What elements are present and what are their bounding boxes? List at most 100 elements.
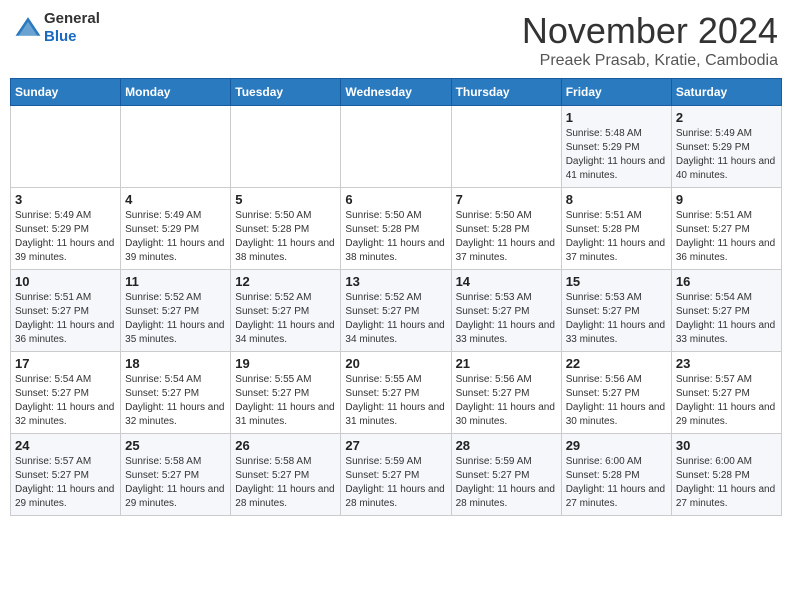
calendar-cell: 4 Sunrise: 5:49 AM Sunset: 5:29 PM Daylig…	[121, 188, 231, 270]
day-number: 19	[235, 356, 336, 371]
day-number: 8	[566, 192, 667, 207]
day-info: Sunrise: 6:00 AM Sunset: 5:28 PM Dayligh…	[566, 455, 667, 511]
calendar-cell: 17Sunrise: 5:54 AM Sunset: 5:27 PM Dayli…	[11, 352, 121, 434]
calendar: SundayMondayTuesdayWednesdayThursdayFrid…	[10, 78, 782, 516]
calendar-cell: 11 Sunrise: 5:52 AM Sunset: 5:27 PM Dayli…	[121, 270, 231, 352]
day-number: 3	[15, 192, 116, 207]
calendar-cell: 22 Sunrise: 5:56 AM Sunset: 5:27 PM Dayli…	[561, 352, 671, 434]
calendar-cell: 3 Sunrise: 5:49 AM Sunset: 5:29 PM Daylig…	[11, 188, 121, 270]
day-info: Sunrise: 5:52 AM Sunset: 5:27 PM Dayligh…	[235, 291, 336, 347]
calendar-cell: 16Sunrise: 5:54 AM Sunset: 5:27 PM Dayli…	[671, 270, 781, 352]
calendar-cell: 1 Sunrise: 5:48 AM Sunset: 5:29 PM Daylig…	[561, 106, 671, 188]
calendar-body: 1 Sunrise: 5:48 AM Sunset: 5:29 PM Daylig…	[11, 106, 782, 516]
logo-text: General Blue	[44, 10, 100, 46]
day-info: Sunrise: 5:49 AM Sunset: 5:29 PM Dayligh…	[15, 209, 116, 265]
day-info: Sunrise: 6:00 AM Sunset: 5:28 PM Dayligh…	[676, 455, 777, 511]
weekday-header-monday: Monday	[121, 79, 231, 106]
calendar-cell: 18 Sunrise: 5:54 AM Sunset: 5:27 PM Dayli…	[121, 352, 231, 434]
day-number: 29	[566, 438, 667, 453]
calendar-cell	[341, 106, 451, 188]
day-number: 20	[345, 356, 446, 371]
weekday-header-thursday: Thursday	[451, 79, 561, 106]
logo: General Blue	[14, 10, 100, 46]
calendar-cell: 7 Sunrise: 5:50 AM Sunset: 5:28 PM Daylig…	[451, 188, 561, 270]
day-number: 6	[345, 192, 446, 207]
day-info: Sunrise: 5:50 AM Sunset: 5:28 PM Dayligh…	[235, 209, 336, 265]
day-info: Sunrise: 5:49 AM Sunset: 5:29 PM Dayligh…	[676, 127, 777, 183]
calendar-cell: 5Sunrise: 5:50 AM Sunset: 5:28 PM Daylig…	[231, 188, 341, 270]
day-info: Sunrise: 5:48 AM Sunset: 5:29 PM Dayligh…	[566, 127, 667, 183]
day-number: 14	[456, 274, 557, 289]
calendar-cell: 14 Sunrise: 5:53 AM Sunset: 5:27 PM Dayli…	[451, 270, 561, 352]
day-info: Sunrise: 5:58 AM Sunset: 5:27 PM Dayligh…	[235, 455, 336, 511]
calendar-cell	[451, 106, 561, 188]
logo-blue: Blue	[44, 28, 100, 46]
calendar-cell: 30Sunrise: 6:00 AM Sunset: 5:28 PM Dayli…	[671, 434, 781, 516]
month-title: November 2024	[522, 10, 778, 52]
day-info: Sunrise: 5:50 AM Sunset: 5:28 PM Dayligh…	[345, 209, 446, 265]
day-number: 23	[676, 356, 777, 371]
day-number: 4	[125, 192, 226, 207]
day-number: 2	[676, 110, 777, 125]
calendar-cell: 29 Sunrise: 6:00 AM Sunset: 5:28 PM Dayli…	[561, 434, 671, 516]
calendar-cell: 25 Sunrise: 5:58 AM Sunset: 5:27 PM Dayli…	[121, 434, 231, 516]
day-number: 16	[676, 274, 777, 289]
day-info: Sunrise: 5:55 AM Sunset: 5:27 PM Dayligh…	[345, 373, 446, 429]
day-info: Sunrise: 5:56 AM Sunset: 5:27 PM Dayligh…	[566, 373, 667, 429]
day-info: Sunrise: 5:53 AM Sunset: 5:27 PM Dayligh…	[456, 291, 557, 347]
day-info: Sunrise: 5:52 AM Sunset: 5:27 PM Dayligh…	[125, 291, 226, 347]
calendar-cell: 23 Sunrise: 5:57 AM Sunset: 5:27 PM Dayli…	[671, 352, 781, 434]
day-info: Sunrise: 5:57 AM Sunset: 5:27 PM Dayligh…	[15, 455, 116, 511]
calendar-cell: 2 Sunrise: 5:49 AM Sunset: 5:29 PM Daylig…	[671, 106, 781, 188]
week-row-3: 10Sunrise: 5:51 AM Sunset: 5:27 PM Dayli…	[11, 270, 782, 352]
weekday-header-wednesday: Wednesday	[341, 79, 451, 106]
day-number: 27	[345, 438, 446, 453]
calendar-cell: 9 Sunrise: 5:51 AM Sunset: 5:27 PM Daylig…	[671, 188, 781, 270]
day-number: 9	[676, 192, 777, 207]
day-number: 18	[125, 356, 226, 371]
day-info: Sunrise: 5:54 AM Sunset: 5:27 PM Dayligh…	[15, 373, 116, 429]
calendar-cell	[11, 106, 121, 188]
calendar-cell	[121, 106, 231, 188]
day-number: 25	[125, 438, 226, 453]
day-info: Sunrise: 5:51 AM Sunset: 5:28 PM Dayligh…	[566, 209, 667, 265]
day-info: Sunrise: 5:51 AM Sunset: 5:27 PM Dayligh…	[676, 209, 777, 265]
calendar-cell: 8 Sunrise: 5:51 AM Sunset: 5:28 PM Daylig…	[561, 188, 671, 270]
calendar-cell: 12 Sunrise: 5:52 AM Sunset: 5:27 PM Dayli…	[231, 270, 341, 352]
day-number: 26	[235, 438, 336, 453]
day-number: 7	[456, 192, 557, 207]
day-info: Sunrise: 5:54 AM Sunset: 5:27 PM Dayligh…	[125, 373, 226, 429]
calendar-cell: 20 Sunrise: 5:55 AM Sunset: 5:27 PM Dayli…	[341, 352, 451, 434]
week-row-5: 24 Sunrise: 5:57 AM Sunset: 5:27 PM Dayli…	[11, 434, 782, 516]
title-block: November 2024 Preaek Prasab, Kratie, Cam…	[522, 10, 778, 70]
weekday-header-tuesday: Tuesday	[231, 79, 341, 106]
day-number: 24	[15, 438, 116, 453]
calendar-cell: 27Sunrise: 5:59 AM Sunset: 5:27 PM Dayli…	[341, 434, 451, 516]
day-info: Sunrise: 5:58 AM Sunset: 5:27 PM Dayligh…	[125, 455, 226, 511]
calendar-header: SundayMondayTuesdayWednesdayThursdayFrid…	[11, 79, 782, 106]
weekday-header-friday: Friday	[561, 79, 671, 106]
day-number: 12	[235, 274, 336, 289]
calendar-cell: 26 Sunrise: 5:58 AM Sunset: 5:27 PM Dayli…	[231, 434, 341, 516]
day-info: Sunrise: 5:55 AM Sunset: 5:27 PM Dayligh…	[235, 373, 336, 429]
day-info: Sunrise: 5:49 AM Sunset: 5:29 PM Dayligh…	[125, 209, 226, 265]
calendar-cell: 10Sunrise: 5:51 AM Sunset: 5:27 PM Dayli…	[11, 270, 121, 352]
day-info: Sunrise: 5:50 AM Sunset: 5:28 PM Dayligh…	[456, 209, 557, 265]
day-info: Sunrise: 5:51 AM Sunset: 5:27 PM Dayligh…	[15, 291, 116, 347]
calendar-cell: 13Sunrise: 5:52 AM Sunset: 5:27 PM Dayli…	[341, 270, 451, 352]
day-number: 21	[456, 356, 557, 371]
day-info: Sunrise: 5:53 AM Sunset: 5:27 PM Dayligh…	[566, 291, 667, 347]
day-number: 28	[456, 438, 557, 453]
day-number: 22	[566, 356, 667, 371]
weekday-header-sunday: Sunday	[11, 79, 121, 106]
calendar-cell: 21Sunrise: 5:56 AM Sunset: 5:27 PM Dayli…	[451, 352, 561, 434]
calendar-cell	[231, 106, 341, 188]
day-number: 11	[125, 274, 226, 289]
day-number: 13	[345, 274, 446, 289]
calendar-cell: 19 Sunrise: 5:55 AM Sunset: 5:27 PM Dayli…	[231, 352, 341, 434]
day-info: Sunrise: 5:57 AM Sunset: 5:27 PM Dayligh…	[676, 373, 777, 429]
weekday-row: SundayMondayTuesdayWednesdayThursdayFrid…	[11, 79, 782, 106]
week-row-4: 17Sunrise: 5:54 AM Sunset: 5:27 PM Dayli…	[11, 352, 782, 434]
calendar-cell: 28Sunrise: 5:59 AM Sunset: 5:27 PM Dayli…	[451, 434, 561, 516]
day-number: 1	[566, 110, 667, 125]
